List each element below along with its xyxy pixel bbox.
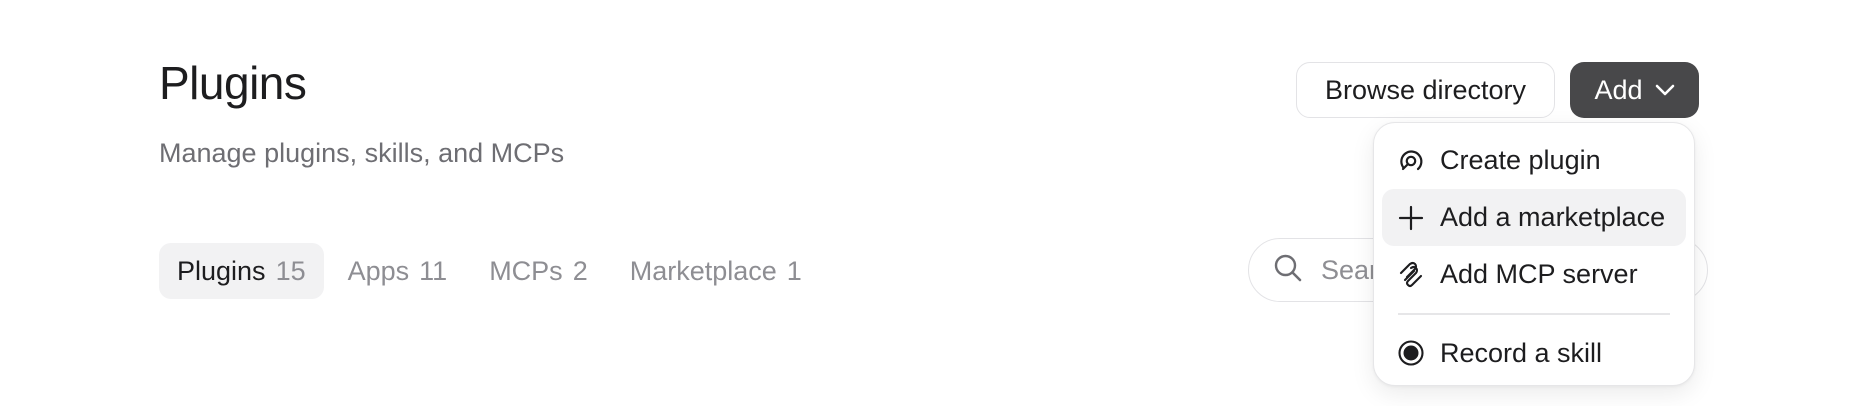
- browse-directory-label: Browse directory: [1324, 74, 1527, 105]
- tab-label: Apps: [347, 255, 410, 286]
- mcp-icon: [1396, 260, 1426, 290]
- tab-mcps[interactable]: MCPs 2: [471, 243, 606, 299]
- chevron-down-icon: [1655, 84, 1675, 96]
- page-subtitle: Manage plugins, skills, and MCPs: [159, 138, 565, 168]
- plus-icon: [1396, 203, 1426, 233]
- tab-label: MCPs: [489, 255, 563, 286]
- menu-item-label: Add a marketplace: [1440, 202, 1666, 232]
- browse-directory-button[interactable]: Browse directory: [1296, 62, 1555, 118]
- tab-count: 2: [572, 255, 588, 286]
- menu-item-add-mcp-server[interactable]: Add MCP server: [1382, 246, 1686, 303]
- add-button-label: Add: [1594, 74, 1643, 105]
- plugin-icon: [1396, 146, 1426, 176]
- tab-label: Marketplace: [629, 255, 777, 286]
- tab-count: 1: [786, 255, 802, 286]
- menu-item-label: Add MCP server: [1440, 259, 1638, 289]
- menu-item-add-marketplace[interactable]: Add a marketplace: [1382, 189, 1686, 246]
- tab-count: 11: [419, 255, 448, 286]
- tab-count: 15: [275, 255, 306, 286]
- tab-apps[interactable]: Apps 11: [330, 243, 466, 299]
- add-dropdown-menu: Create plugin Add a marketplace Add MCP …: [1373, 122, 1695, 386]
- tab-label: Plugins: [177, 255, 266, 286]
- tab-plugins[interactable]: Plugins 15: [159, 243, 324, 299]
- record-icon: [1396, 338, 1426, 368]
- tab-marketplace[interactable]: Marketplace 1: [612, 243, 820, 299]
- menu-item-label: Create plugin: [1440, 145, 1601, 175]
- page-title: Plugins: [159, 57, 307, 109]
- menu-divider: [1398, 313, 1670, 315]
- menu-item-label: Record a skill: [1440, 337, 1603, 368]
- menu-item-create-plugin[interactable]: Create plugin: [1382, 132, 1686, 189]
- add-button[interactable]: Add: [1570, 62, 1699, 118]
- tab-bar: Plugins 15 Apps 11 MCPs 2 Marketplace 1: [159, 243, 826, 299]
- search-icon: [1273, 253, 1303, 288]
- menu-item-record-skill[interactable]: Record a skill: [1382, 325, 1686, 382]
